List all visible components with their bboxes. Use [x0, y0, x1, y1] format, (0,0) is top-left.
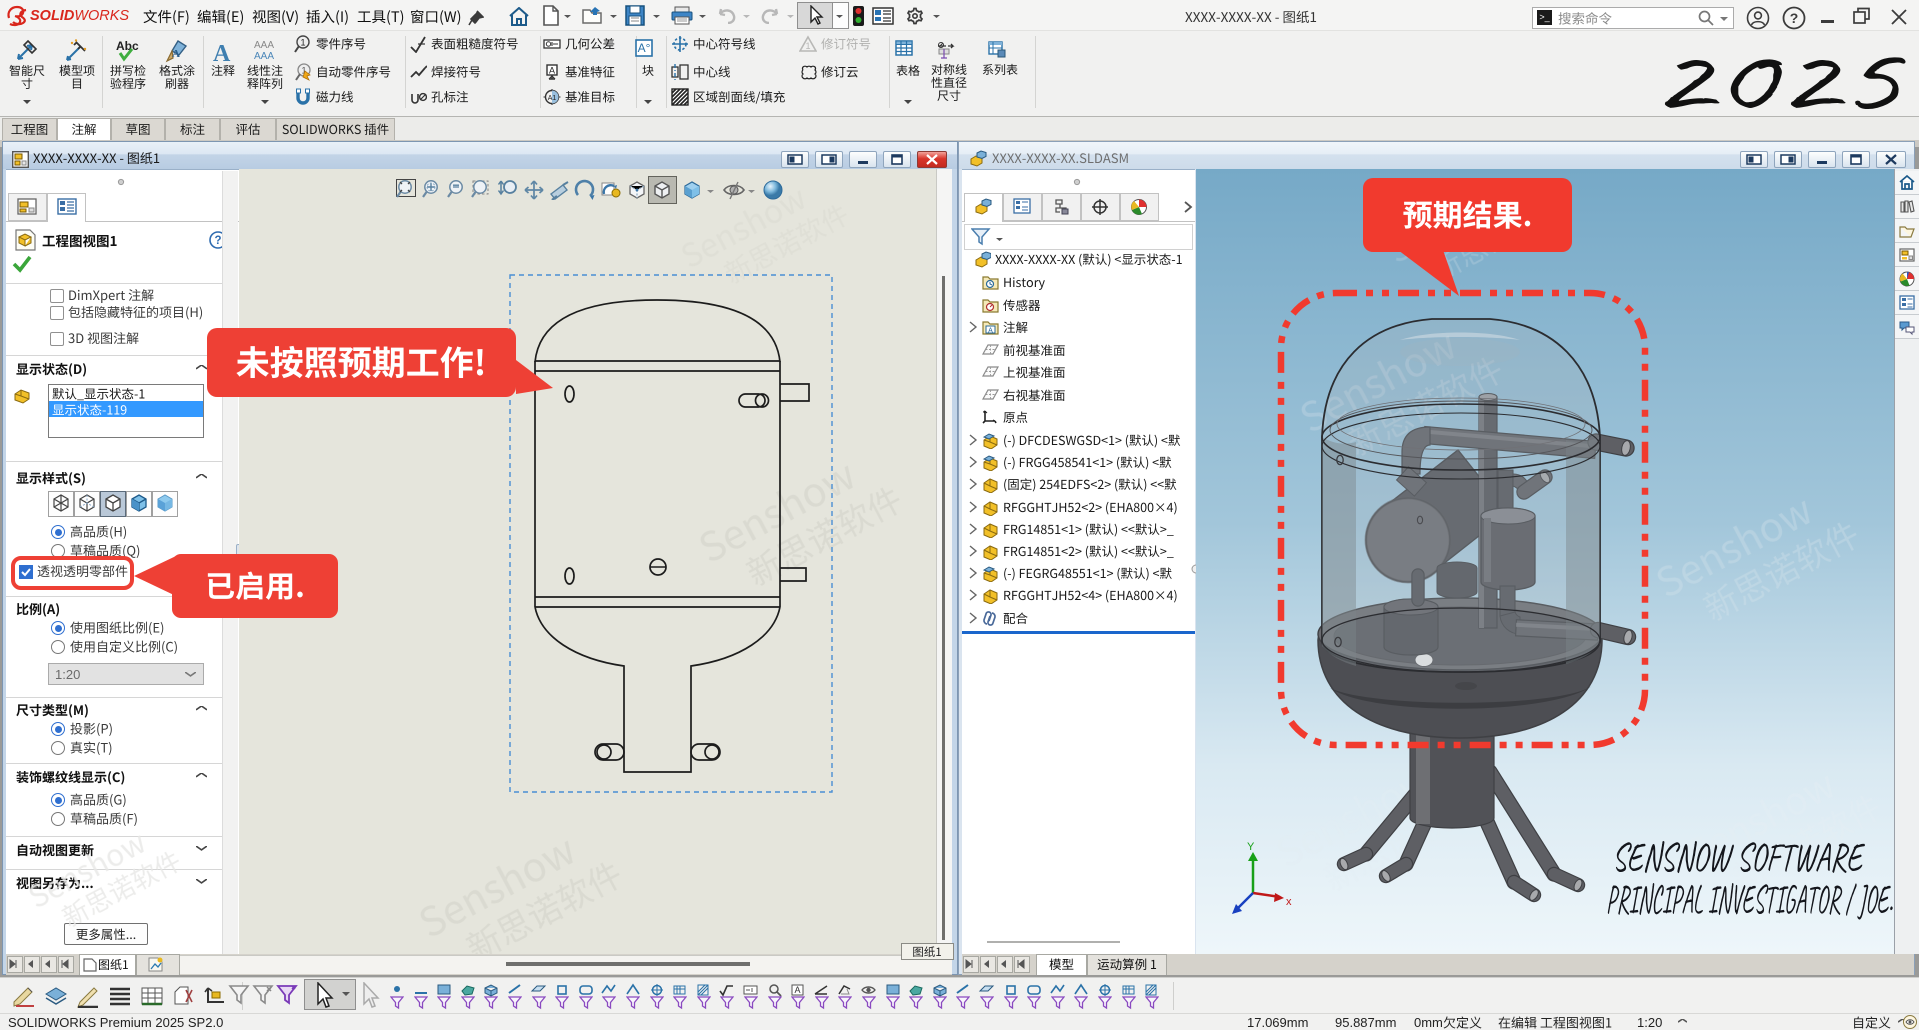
svg-text:x: x [1286, 896, 1292, 908]
svg-text:A: A [795, 985, 801, 995]
svg-text:Y: Y [1247, 841, 1255, 853]
